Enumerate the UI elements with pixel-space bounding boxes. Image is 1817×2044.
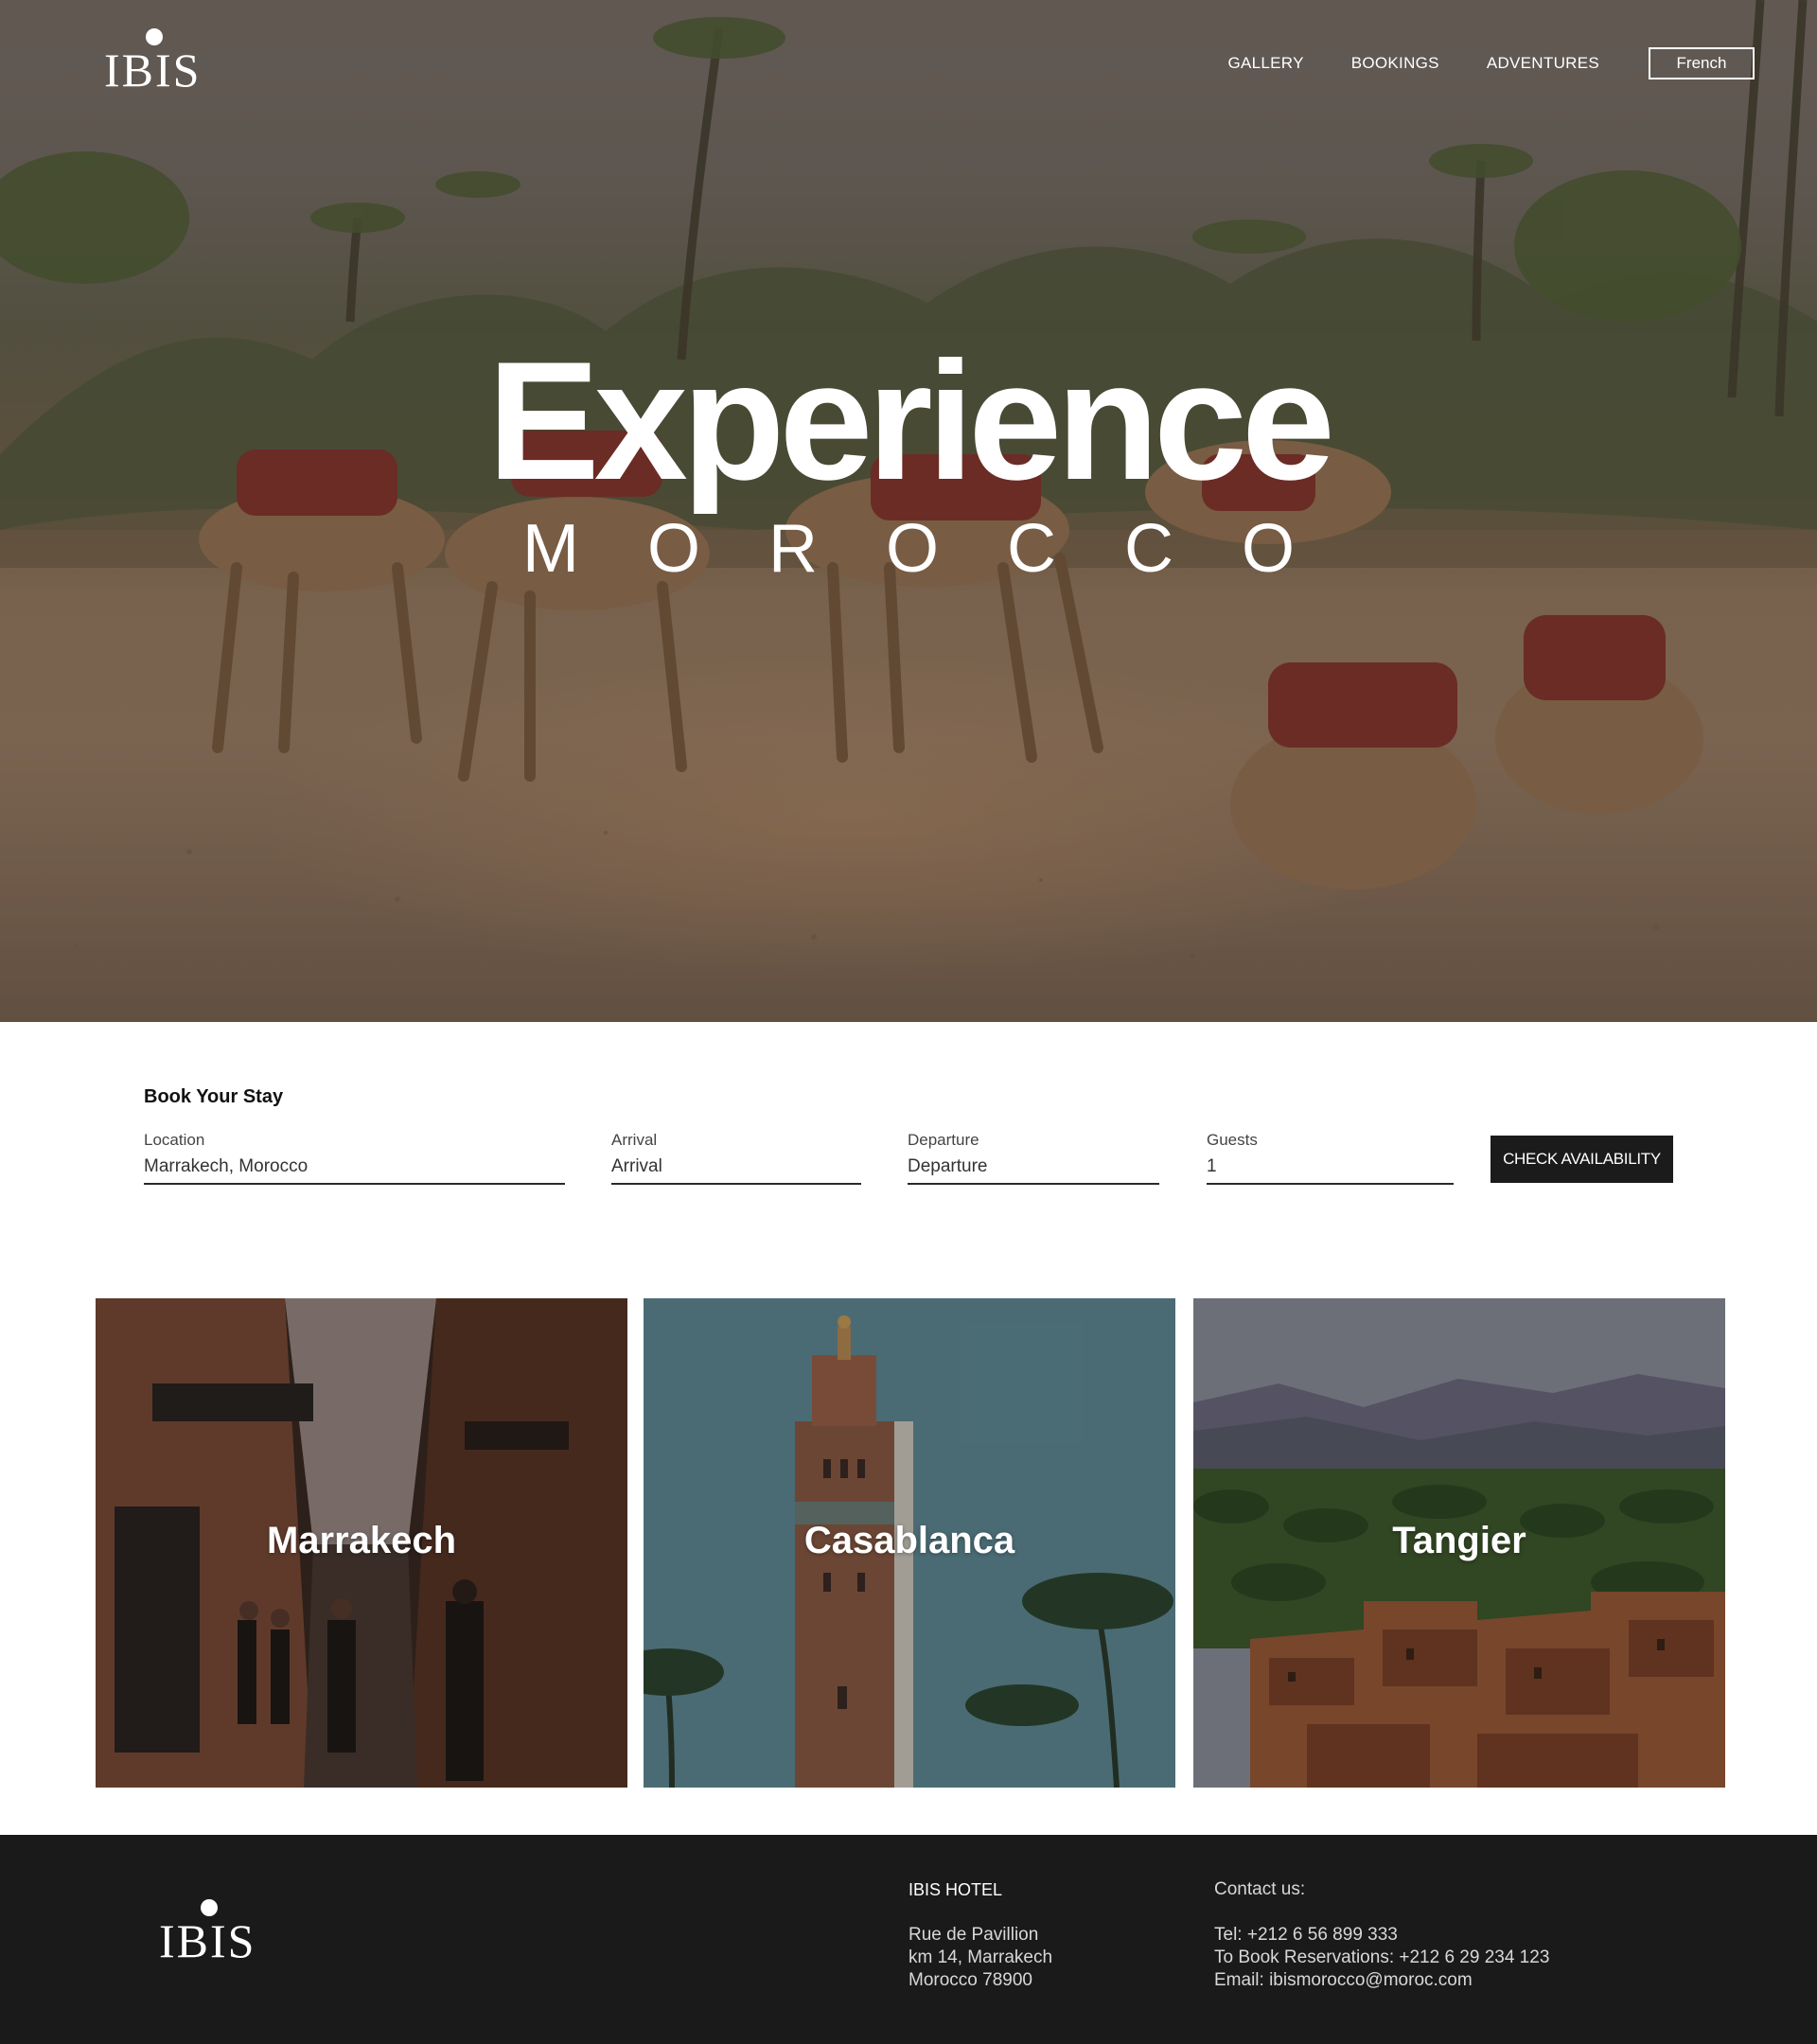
contact-title: Contact us: — [1214, 1879, 1306, 1899]
logo-text: IBIS — [159, 1914, 256, 1967]
footer-hotel-info: IBIS HOTEL Rue de Pavillion km 14, Marra… — [908, 1878, 1052, 1992]
guests-label: Guests — [1207, 1131, 1258, 1149]
guests-field: Guests — [1207, 1128, 1454, 1185]
city-card-tangier[interactable]: Tangier — [1193, 1298, 1725, 1788]
city-card-casablanca[interactable]: Casablanca — [644, 1298, 1175, 1788]
location-input[interactable] — [144, 1153, 565, 1185]
location-field: Location — [144, 1128, 565, 1185]
city-name: Tangier — [1392, 1520, 1526, 1561]
address-line: Rue de Pavillion — [908, 1925, 1039, 1945]
booking-heading: Book Your Stay — [144, 1086, 284, 1107]
address-line: Morocco 78900 — [908, 1970, 1032, 1990]
email-line[interactable]: Email: ibismorocco@moroc.com — [1214, 1969, 1549, 1992]
footer-contact-info: Contact us: Tel: +212 6 56 899 333 To Bo… — [1214, 1878, 1549, 1992]
reservations-line[interactable]: To Book Reservations: +212 6 29 234 123 — [1214, 1947, 1549, 1969]
nav-adventures[interactable]: ADVENTURES — [1487, 54, 1599, 73]
arrival-field: Arrival — [611, 1128, 861, 1185]
logo-text: IBIS — [104, 44, 202, 97]
hero-title: Experience — [487, 326, 1335, 515]
check-availability-button[interactable]: CHECK AVAILABILITY — [1491, 1136, 1673, 1183]
booking-section: Book Your Stay Location Arrival Departur… — [0, 1022, 1817, 1254]
footer: IBIS IBIS HOTEL Rue de Pavillion km 14, … — [0, 1835, 1817, 2044]
nav-gallery[interactable]: GALLERY — [1228, 54, 1304, 73]
header-logo[interactable]: IBIS — [104, 28, 218, 97]
language-button[interactable]: French — [1649, 47, 1755, 79]
departure-input[interactable] — [908, 1153, 1159, 1185]
footer-logo[interactable]: IBIS — [159, 1899, 273, 1967]
hotel-title: IBIS HOTEL — [908, 1880, 1003, 1899]
arrival-label: Arrival — [611, 1131, 658, 1149]
nav-bookings[interactable]: BOOKINGS — [1351, 54, 1439, 73]
main-nav: GALLERY BOOKINGS ADVENTURES French — [1228, 47, 1755, 79]
arrival-input[interactable] — [611, 1153, 861, 1185]
city-name: Marrakech — [266, 1520, 457, 1561]
location-label: Location — [144, 1131, 205, 1149]
address-line: km 14, Marrakech — [908, 1947, 1053, 1967]
hero-section: IBIS GALLERY BOOKINGS ADVENTURES French … — [0, 0, 1817, 1022]
city-name: Casablanca — [803, 1520, 1015, 1561]
departure-field: Departure — [908, 1128, 1159, 1185]
city-card-marrakech[interactable]: Marrakech — [96, 1298, 627, 1788]
guests-input[interactable] — [1207, 1153, 1454, 1185]
hero-subtitle: MOROCCO — [522, 511, 1363, 587]
departure-label: Departure — [908, 1131, 979, 1149]
phone-line[interactable]: Tel: +212 6 56 899 333 — [1214, 1924, 1549, 1947]
